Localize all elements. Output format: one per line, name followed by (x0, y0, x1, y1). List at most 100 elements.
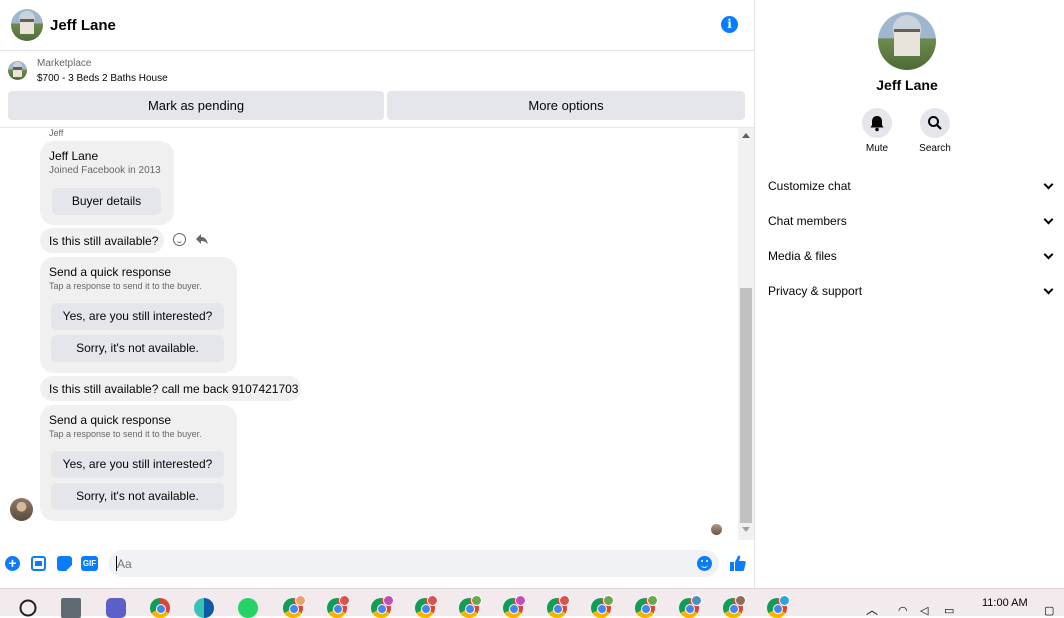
section-label: Privacy & support (768, 284, 863, 298)
scroll-up-arrow-icon[interactable] (742, 133, 750, 138)
chrome-profile-icon[interactable] (371, 595, 394, 618)
edge-icon[interactable] (194, 598, 214, 618)
volume-icon[interactable]: ◁ (920, 604, 928, 617)
text-caret (116, 556, 117, 571)
message-text: Is this still available? (49, 234, 159, 248)
chrome-profile-icon[interactable] (459, 595, 482, 618)
quick-response-card: Send a quick response Tap a response to … (40, 257, 237, 373)
listing-thumbnail[interactable] (8, 61, 27, 80)
profile-card-name: Jeff Lane (49, 149, 99, 163)
chrome-profile-icon[interactable] (679, 595, 702, 618)
section-label: Customize chat (768, 179, 851, 193)
section-media-files[interactable]: Media & files (768, 247, 1054, 267)
chrome-profile-icon[interactable] (327, 595, 350, 618)
gif-icon[interactable]: GIF (81, 556, 98, 571)
profile-badge (603, 595, 614, 606)
message-bubble[interactable]: Is this still available? (40, 228, 164, 253)
message-list[interactable]: Jeff Jeff Lane Joined Facebook in 2013 B… (0, 128, 738, 540)
photo-icon[interactable] (31, 556, 46, 571)
profile-badge (339, 595, 350, 606)
chevron-down-icon (1043, 214, 1054, 225)
chat-scrollbar[interactable] (738, 128, 754, 540)
profile-card: Jeff Lane Joined Facebook in 2013 Buyer … (40, 141, 174, 225)
sender-label: Jeff (49, 128, 64, 138)
profile-badge (647, 595, 658, 606)
profile-badge (735, 595, 746, 606)
chevron-down-icon (1043, 179, 1054, 190)
profile-card-joined: Joined Facebook in 2013 (49, 165, 161, 176)
chevron-down-icon (1043, 249, 1054, 260)
profile-badge (295, 595, 306, 606)
whatsapp-icon[interactable] (238, 598, 258, 618)
chrome-profile-icon[interactable] (635, 595, 658, 618)
chevron-down-icon (1043, 284, 1054, 295)
message-input[interactable] (108, 550, 719, 577)
reply-icon[interactable] (195, 232, 209, 246)
more-options-button[interactable]: More options (387, 91, 745, 120)
scroll-down-arrow-icon[interactable] (742, 527, 750, 532)
wifi-icon[interactable]: ◠ (898, 604, 908, 617)
conversation-pane: Jeff Lane i Marketplace $700 - 3 Beds 2 … (0, 0, 755, 588)
chrome-profile-icon[interactable] (503, 595, 526, 618)
chrome-profile-icon[interactable] (547, 595, 570, 618)
profile-badge (779, 595, 790, 606)
profile-badge (559, 595, 570, 606)
chrome-profile-icon[interactable] (283, 595, 306, 618)
sender-avatar[interactable] (10, 498, 33, 521)
sticker-icon[interactable] (57, 556, 72, 571)
info-icon[interactable]: i (721, 16, 738, 33)
search-button[interactable]: Search (905, 108, 965, 154)
react-emoji-icon[interactable] (173, 233, 186, 246)
quick-response-yes-button[interactable]: Yes, are you still interested? (51, 303, 224, 330)
mute-label: Mute (865, 143, 889, 154)
thumbs-up-icon[interactable] (729, 554, 747, 572)
taskbar: ︿ ◠ ◁ ▭ 11:00 AM ▢ (0, 588, 1064, 618)
read-receipt-avatar (711, 524, 722, 535)
conversation-header: Jeff Lane i (0, 0, 755, 51)
battery-icon[interactable]: ▭ (944, 604, 954, 617)
marketplace-label: Marketplace (37, 58, 92, 69)
quick-response-title: Send a quick response (49, 413, 172, 427)
section-chat-members[interactable]: Chat members (768, 212, 1054, 232)
quick-response-card: Send a quick response Tap a response to … (40, 405, 237, 521)
mute-button[interactable]: Mute (847, 108, 907, 154)
chrome-profile-icon[interactable] (591, 595, 614, 618)
mark-as-pending-button[interactable]: Mark as pending (8, 91, 384, 120)
emoji-icon[interactable] (697, 556, 712, 571)
contact-name[interactable]: Jeff Lane (50, 17, 116, 34)
buyer-details-button[interactable]: Buyer details (52, 188, 161, 215)
scroll-thumb[interactable] (740, 288, 752, 523)
section-customize-chat[interactable]: Customize chat (768, 177, 1054, 197)
chrome-profile-icon[interactable] (415, 595, 438, 618)
search-icon[interactable] (920, 108, 950, 138)
message-bubble[interactable]: Is this still available? call me back 91… (40, 376, 301, 401)
listing-title[interactable]: $700 - 3 Beds 2 Baths House (37, 73, 168, 84)
chrome-profile-icon[interactable] (767, 595, 790, 618)
plus-icon[interactable]: + (5, 556, 20, 571)
profile-badge (515, 595, 526, 606)
chrome-icon[interactable] (150, 598, 170, 618)
chrome-profile-icon[interactable] (723, 595, 746, 618)
chevron-up-icon[interactable]: ︿ (866, 601, 878, 618)
message-text: Is this still available? call me back 91… (49, 382, 299, 396)
quick-response-no-button[interactable]: Sorry, it's not available. (51, 483, 224, 510)
profile-badge (427, 595, 438, 606)
profile-name[interactable]: Jeff Lane (756, 77, 1058, 93)
profile-avatar[interactable] (878, 12, 936, 70)
quick-response-title: Send a quick response (49, 265, 172, 279)
quick-response-no-button[interactable]: Sorry, it's not available. (51, 335, 224, 362)
contact-avatar[interactable] (11, 9, 43, 41)
quick-response-subtitle: Tap a response to send it to the buyer. (49, 429, 202, 439)
notification-icon[interactable]: ▢ (1044, 604, 1054, 617)
teams-icon[interactable] (106, 598, 126, 618)
profile-badge (471, 595, 482, 606)
message-composer: + GIF (0, 545, 755, 583)
clock-time[interactable]: 11:00 AM (982, 597, 1028, 609)
profile-badge (383, 595, 394, 606)
search-icon[interactable] (18, 598, 38, 618)
bell-icon[interactable] (862, 108, 892, 138)
quick-response-yes-button[interactable]: Yes, are you still interested? (51, 451, 224, 478)
section-privacy-support[interactable]: Privacy & support (768, 282, 1054, 302)
task-view-icon[interactable] (61, 598, 81, 618)
profile-badge (691, 595, 702, 606)
